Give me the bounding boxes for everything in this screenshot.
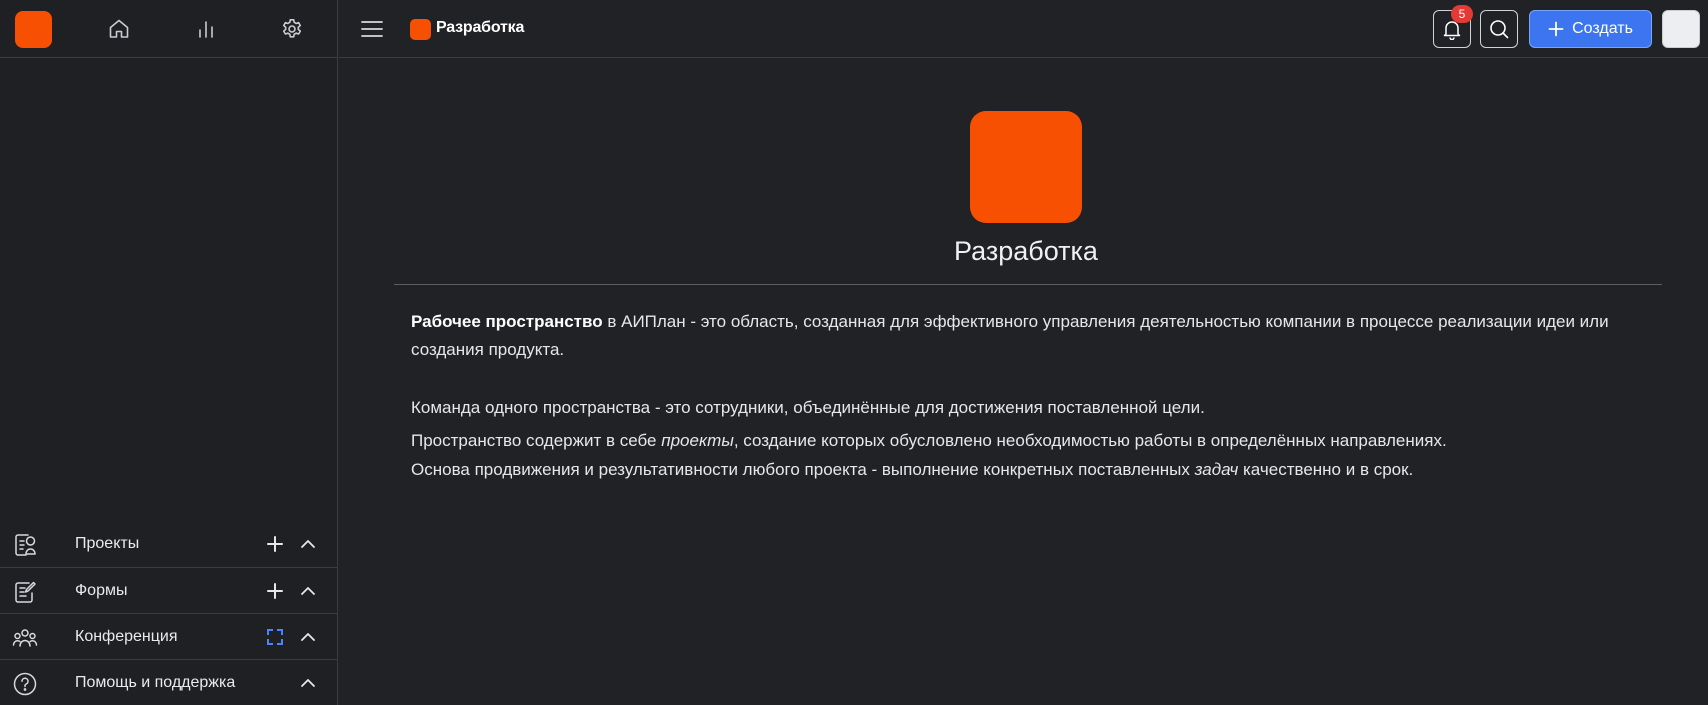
plus-icon: [1548, 21, 1564, 37]
add-form-button[interactable]: [264, 580, 286, 602]
hamburger-menu-icon[interactable]: [359, 16, 385, 42]
analytics-icon[interactable]: [191, 14, 221, 44]
search-icon: [1490, 20, 1509, 39]
description-paragraph-3: Пространство содержит в себе проекты, со…: [411, 426, 1651, 484]
sidebar-item-label: Проекты: [75, 535, 140, 552]
paragraph-text: качественно и в срок.: [1238, 460, 1414, 479]
sidebar-sections: Проекты Формы Конференция Помощь и подде…: [0, 521, 337, 705]
help-question-icon: [12, 671, 38, 697]
paragraph-text: , создание которых обусловлено необходим…: [733, 431, 1447, 450]
fullscreen-expand-icon[interactable]: [264, 626, 286, 648]
sidebar: Проекты Формы Конференция Помощь и подде…: [0, 0, 338, 705]
sidebar-item-projects[interactable]: Проекты: [0, 521, 337, 567]
sidebar-item-help[interactable]: Помощь и поддержка: [0, 659, 337, 705]
workspace-main: Разработка Рабочее пространство в АИПлан…: [339, 59, 1708, 705]
workspace-breadcrumb-icon: [410, 19, 431, 40]
sidebar-item-label: Формы: [75, 581, 128, 599]
bold-term: Рабочее пространство: [411, 312, 603, 331]
avatar[interactable]: [1662, 10, 1700, 48]
top-bar: Разработка 5 Создать: [339, 0, 1708, 58]
workspace-logo: [970, 111, 1082, 223]
italic-term: проекты: [661, 431, 734, 450]
create-button[interactable]: Создать: [1529, 10, 1652, 48]
notifications-badge: 5: [1451, 5, 1473, 23]
workspace-description: Рабочее пространство в АИПлан - это обла…: [411, 308, 1651, 484]
collapse-projects-chevron-up-icon[interactable]: [297, 533, 319, 555]
collapse-conference-chevron-up-icon[interactable]: [297, 626, 319, 648]
settings-gear-icon[interactable]: [277, 14, 307, 44]
description-paragraph-1: Рабочее пространство в АИПлан - это обла…: [411, 308, 1651, 364]
paragraph-text: Пространство содержит в себе: [411, 431, 662, 450]
page-title: Разработка: [954, 236, 1098, 266]
description-paragraph-2: Команда одного пространства - это сотруд…: [411, 398, 1205, 417]
collapse-help-chevron-up-icon[interactable]: [297, 672, 319, 694]
create-button-label: Создать: [1572, 20, 1633, 37]
divider: [394, 284, 1662, 285]
breadcrumb[interactable]: Разработка: [436, 19, 524, 37]
home-icon[interactable]: [104, 14, 134, 44]
sidebar-top-bar: [0, 0, 337, 58]
collapse-forms-chevron-up-icon[interactable]: [297, 580, 319, 602]
paragraph-text: Основа продвижения и результативности лю…: [411, 460, 1195, 479]
people-icon: [12, 625, 38, 651]
sidebar-item-label: Конференция: [75, 627, 178, 645]
search-button[interactable]: [1480, 10, 1518, 48]
forms-icon: [12, 579, 38, 605]
app-logo[interactable]: [15, 11, 52, 48]
italic-term: задач: [1194, 460, 1239, 479]
sidebar-item-label: Помощь и поддержка: [75, 673, 236, 691]
projects-icon: [12, 532, 38, 558]
add-project-button[interactable]: [264, 533, 286, 555]
sidebar-item-forms[interactable]: Формы: [0, 567, 337, 613]
sidebar-item-conference[interactable]: Конференция: [0, 613, 337, 659]
